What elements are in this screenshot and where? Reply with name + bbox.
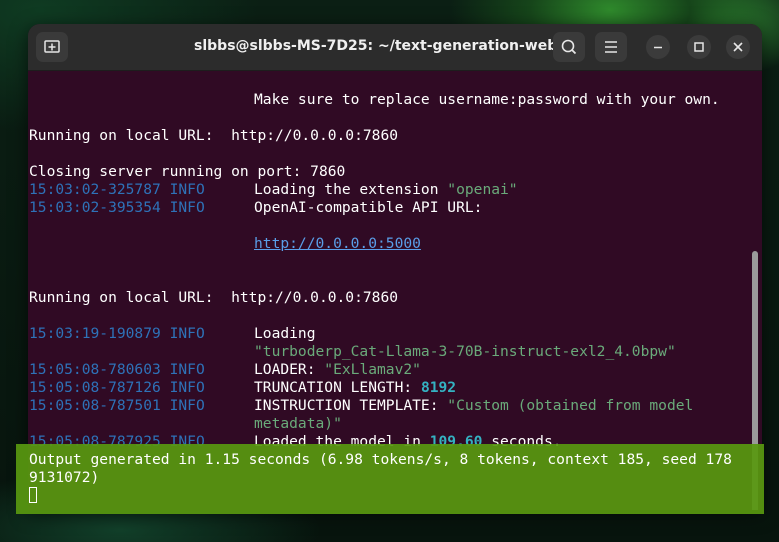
log-timestamp: 15:03:02-395354 bbox=[29, 199, 161, 216]
log-line: 15:05:08-787126 INFO bbox=[29, 379, 205, 397]
maximize-icon bbox=[694, 42, 704, 52]
log-string: metadata)" bbox=[254, 415, 342, 432]
terminal-window: slbbs@slbbs-MS-7D25: ~/text-generation-w… bbox=[28, 24, 762, 510]
new-tab-icon bbox=[44, 40, 60, 53]
log-level: INFO bbox=[169, 199, 205, 216]
log-line: 15:03:02-325787 INFO bbox=[29, 181, 205, 199]
search-icon bbox=[561, 39, 577, 55]
log-timestamp: 15:03:19-190879 bbox=[29, 325, 161, 342]
minimize-icon bbox=[654, 46, 662, 49]
close-icon bbox=[733, 42, 743, 52]
window-title: slbbs@slbbs-MS-7D25: ~/text-generation-w… bbox=[194, 38, 572, 54]
new-tab-button[interactable] bbox=[36, 32, 68, 62]
output-highlight: Output generated in 1.15 seconds (6.98 t… bbox=[16, 444, 764, 514]
log-number: 8192 bbox=[420, 379, 457, 396]
log-message: Loading the extension "openai" bbox=[254, 181, 518, 199]
hamburger-menu-icon bbox=[605, 41, 617, 53]
terminal-line: Running on local URL: http://0.0.0.0:786… bbox=[29, 127, 399, 144]
log-line: 15:05:08-787501 INFO bbox=[29, 397, 205, 415]
log-line: 15:03:02-395354 INFO bbox=[29, 199, 205, 217]
log-level: INFO bbox=[169, 397, 205, 414]
maximize-button[interactable] bbox=[687, 35, 711, 59]
log-timestamp: 15:05:08-787501 bbox=[29, 397, 161, 414]
log-level: INFO bbox=[169, 379, 205, 396]
log-string: "Custom (obtained from model bbox=[447, 397, 694, 414]
close-button[interactable] bbox=[726, 35, 750, 59]
log-text: LOADER: bbox=[254, 361, 325, 378]
minimize-button[interactable] bbox=[646, 35, 670, 59]
log-string: "openai" bbox=[447, 181, 518, 198]
log-text: Loading the extension bbox=[254, 181, 448, 198]
log-message: OpenAI-compatible API URL: bbox=[254, 199, 483, 216]
log-level: INFO bbox=[169, 181, 205, 198]
terminal-cursor bbox=[29, 487, 37, 503]
log-string: "turboderp_Cat-Llama-3-70B-instruct-exl2… bbox=[254, 343, 676, 360]
log-line: 15:03:19-190879 INFO bbox=[29, 325, 205, 343]
log-text: TRUNCATION LENGTH: bbox=[254, 379, 421, 396]
log-message: LOADER: "ExLlamav2" bbox=[254, 361, 421, 379]
search-button[interactable] bbox=[553, 32, 585, 62]
log-message: Loading bbox=[254, 325, 316, 342]
api-url-link[interactable]: http://0.0.0.0:5000 bbox=[254, 235, 421, 253]
menu-button[interactable] bbox=[595, 32, 627, 62]
log-string: "ExLlamav2" bbox=[324, 361, 421, 378]
log-line: 15:05:08-780603 INFO bbox=[29, 361, 205, 379]
log-text: INSTRUCTION TEMPLATE: bbox=[254, 397, 448, 414]
output-generated-line: Output generated in 1.15 seconds (6.98 t… bbox=[29, 451, 732, 486]
log-timestamp: 15:05:08-787126 bbox=[29, 379, 161, 396]
title-bar: slbbs@slbbs-MS-7D25: ~/text-generation-w… bbox=[28, 24, 762, 71]
log-level: INFO bbox=[169, 325, 205, 342]
log-timestamp: 15:05:08-780603 bbox=[29, 361, 161, 378]
log-message: INSTRUCTION TEMPLATE: "Custom (obtained … bbox=[254, 397, 693, 415]
terminal-line: Closing server running on port: 7860 bbox=[29, 163, 346, 180]
terminal-line: Make sure to replace username:password w… bbox=[254, 91, 720, 108]
log-message: TRUNCATION LENGTH: 8192 bbox=[254, 379, 456, 397]
terminal-line: Running on local URL: http://0.0.0.0:786… bbox=[29, 289, 399, 306]
log-timestamp: 15:03:02-325787 bbox=[29, 181, 161, 198]
log-level: INFO bbox=[169, 361, 205, 378]
